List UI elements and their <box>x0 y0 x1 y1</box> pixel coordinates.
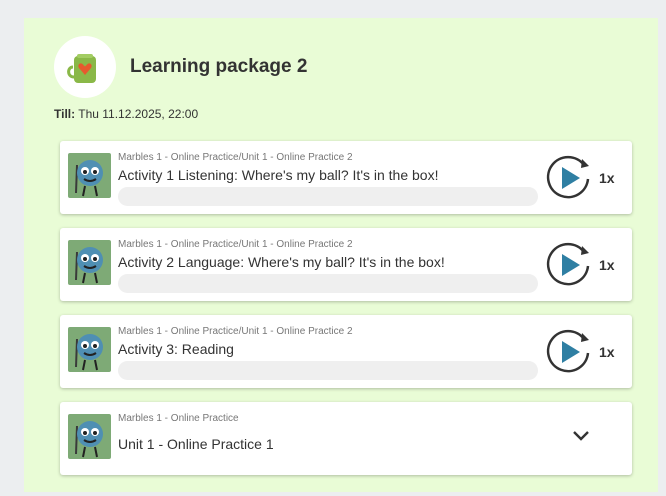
activity-card-2[interactable]: Marbles 1 - Online Practice/Unit 1 - Onl… <box>60 228 632 301</box>
due-date: Till: Thu 11.12.2025, 22:00 <box>54 107 198 121</box>
activity-title[interactable]: Activity 3: Reading <box>118 341 234 357</box>
replay-play-icon[interactable] <box>544 327 594 377</box>
unit-card[interactable]: Marbles 1 - Online Practice Unit 1 - Onl… <box>60 402 632 475</box>
chevron-down-icon[interactable] <box>570 428 592 444</box>
play-count: 1x <box>599 344 615 360</box>
activity-breadcrumb: Marbles 1 - Online Practice/Unit 1 - Onl… <box>118 152 353 163</box>
play-count: 1x <box>599 170 615 186</box>
activity-breadcrumb: Marbles 1 - Online Practice/Unit 1 - Onl… <box>118 326 353 337</box>
activity-title[interactable]: Activity 2 Language: Where's my ball? It… <box>118 254 445 270</box>
replay-play-icon[interactable] <box>544 153 594 203</box>
marble-character-icon <box>68 240 111 285</box>
activity-card-1[interactable]: Marbles 1 - Online Practice/Unit 1 - Onl… <box>60 141 632 214</box>
marble-character-icon <box>68 414 111 459</box>
marble-character-icon <box>68 153 111 198</box>
play-count: 1x <box>599 257 615 273</box>
replay-play-icon[interactable] <box>544 240 594 290</box>
till-label: Till: <box>54 107 76 121</box>
package-header: Learning package 2 <box>54 36 307 98</box>
package-title: Learning package 2 <box>130 56 308 77</box>
learning-package-panel: Learning package 2 Till: Thu 11.12.2025,… <box>24 18 658 492</box>
marble-character-icon <box>68 327 111 372</box>
progress-bar <box>118 187 538 206</box>
activity-title[interactable]: Activity 1 Listening: Where's my ball? I… <box>118 167 438 183</box>
progress-bar <box>118 361 538 380</box>
progress-bar <box>118 274 538 293</box>
unit-title[interactable]: Unit 1 - Online Practice 1 <box>118 436 274 452</box>
till-value: Thu 11.12.2025, 22:00 <box>78 107 199 121</box>
mug-heart-icon <box>54 36 116 98</box>
unit-breadcrumb: Marbles 1 - Online Practice <box>118 413 239 424</box>
activity-breadcrumb: Marbles 1 - Online Practice/Unit 1 - Onl… <box>118 239 353 250</box>
activity-card-3[interactable]: Marbles 1 - Online Practice/Unit 1 - Onl… <box>60 315 632 388</box>
